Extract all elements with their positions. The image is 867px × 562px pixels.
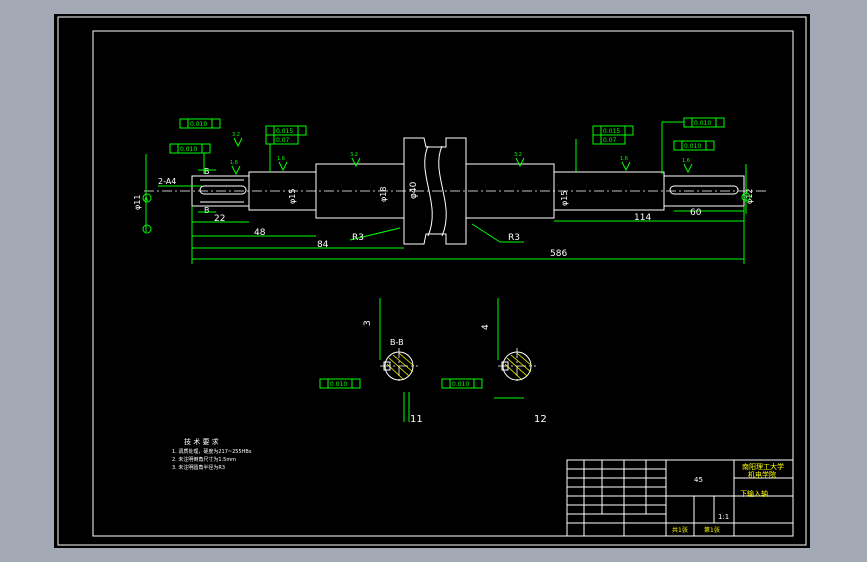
tol-frame-4: 0.07 — [276, 137, 290, 144]
tol-frame-8: 0.010 — [684, 143, 701, 150]
key-depth-right: 4 — [481, 324, 491, 330]
section-bb: B-B 3 11 — [363, 298, 423, 425]
dim-phi18: φ18 — [379, 187, 388, 202]
title-sheets-total: 共1张 — [672, 526, 688, 534]
tol-frame-2: 0.010 — [180, 146, 197, 153]
tech-req-title: 技 术 要 求 — [184, 437, 219, 446]
title-block: 45 南阳理工大学 机电学院 下输入轴 1:1 共1张 第1张 — [566, 459, 794, 537]
section-right: 4 12 — [481, 298, 547, 425]
dimensions: 586 84 48 22 114 60 R3 R3 φ40 φ18 φ15 φ1… — [133, 154, 754, 264]
section-right-dim: 12 — [534, 414, 547, 425]
tol-frame-3: 0.015 — [276, 128, 293, 135]
tol-frame-10: 0.010 — [452, 381, 469, 388]
section-left-dim: 11 — [410, 414, 423, 425]
dim-48: 48 — [254, 228, 266, 238]
shaft-main-view — [144, 137, 769, 245]
tech-req-line-3: 3. 未注明圆角半径为R3 — [172, 464, 225, 471]
keyway-left — [199, 185, 247, 195]
dim-r3-right: R3 — [508, 233, 520, 243]
outer-border — [57, 16, 807, 546]
tol-frame-9: 0.010 — [330, 381, 347, 388]
roughness-6: 1.6 — [620, 156, 628, 162]
shaft-drawing: 586 84 48 22 114 60 R3 R3 φ40 φ18 φ15 φ1… — [57, 16, 807, 546]
dim-114: 114 — [634, 213, 651, 223]
roughness-7: 1.6 — [682, 158, 690, 164]
roughness-5: 3.2 — [514, 152, 522, 158]
tolerance-frames: 0.010 0.010 0.015 0.07 0.015 0.07 0.010 — [169, 117, 725, 389]
tech-req-line-2: 2. 未注明倒角尺寸为1.5mm — [172, 456, 236, 463]
key-depth-left: 3 — [363, 320, 373, 326]
dim-22: 22 — [214, 214, 225, 224]
roughness-3: 1.6 — [277, 156, 285, 162]
dim-phi15-left: φ15 — [288, 189, 297, 204]
dim-phi40: φ40 — [409, 181, 419, 199]
title-sheet-number: 第1张 — [704, 526, 720, 534]
title-material: 45 — [694, 476, 703, 484]
tol-frame-5: 0.015 — [603, 128, 620, 135]
tech-req-line-1: 1. 调质处理，硬度为217~255HBs — [172, 448, 252, 455]
tol-frame-7: 0.010 — [694, 120, 711, 127]
tol-frame-6: 0.07 — [603, 137, 617, 144]
section-mark-b-top: B — [204, 167, 210, 176]
dim-phi11: φ11 — [133, 195, 142, 210]
roughness-4: 3.2 — [350, 152, 358, 158]
dim-84: 84 — [317, 240, 329, 250]
dim-r3-left: R3 — [352, 233, 364, 243]
dim-phi15-right: φ15 — [560, 191, 569, 206]
roughness-2: 1.6 — [230, 160, 238, 166]
title-part-name: 下输入轴 — [740, 489, 768, 498]
datum-c: C — [743, 195, 747, 202]
dim-586: 586 — [550, 249, 567, 259]
title-dept: 机电学院 — [748, 470, 776, 479]
dim-center-holes: 2-A4 — [158, 177, 176, 186]
section-mark-b-bottom: B — [204, 206, 210, 215]
section-bb-label: B-B — [390, 338, 404, 347]
dim-60: 60 — [690, 208, 702, 218]
keyway-right — [669, 185, 739, 195]
roughness-1: 3.2 — [232, 132, 240, 138]
title-scale: 1:1 — [718, 513, 729, 521]
cad-viewport: 586 84 48 22 114 60 R3 R3 φ40 φ18 φ15 φ1… — [0, 0, 867, 562]
drawing-sheet: 586 84 48 22 114 60 R3 R3 φ40 φ18 φ15 φ1… — [54, 14, 810, 548]
title-school: 南阳理工大学 — [742, 462, 784, 471]
tech-requirements: 技 术 要 求 1. 调质处理，硬度为217~255HBs 2. 未注明倒角尺寸… — [172, 437, 252, 471]
tol-frame-1: 0.010 — [190, 121, 207, 128]
